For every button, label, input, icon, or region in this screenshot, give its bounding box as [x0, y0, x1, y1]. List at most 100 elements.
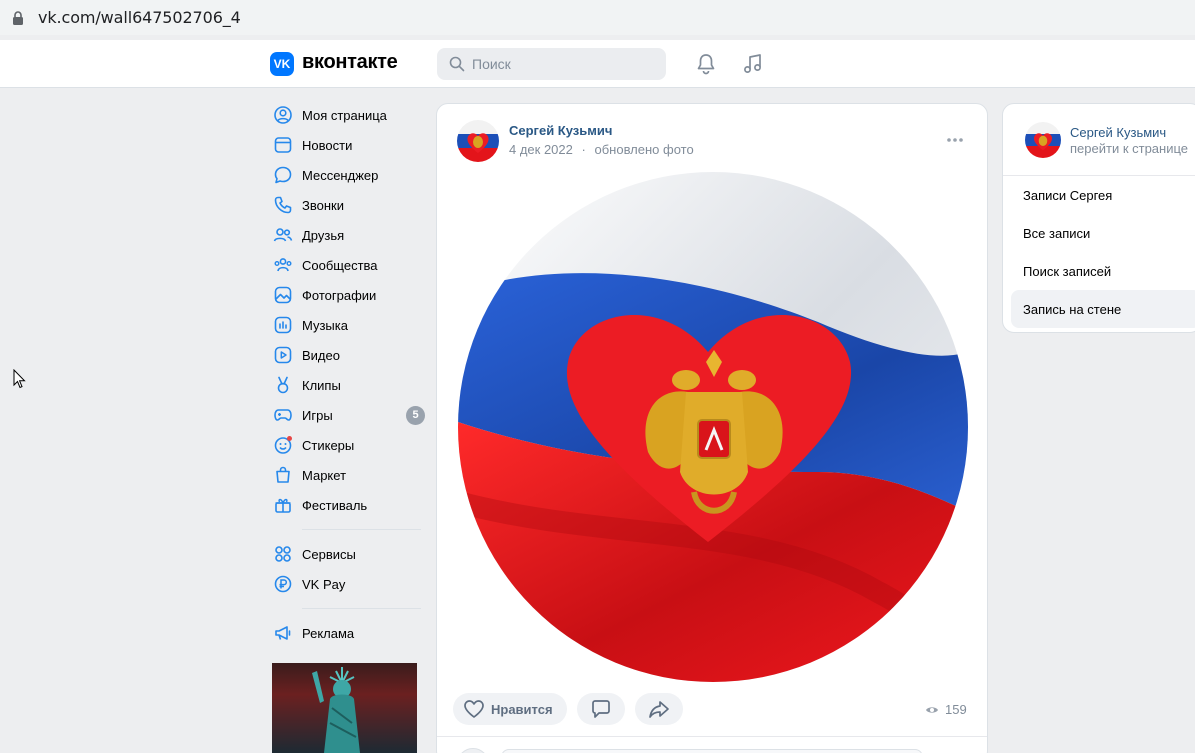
- nav-item-ads[interactable]: Реклама: [270, 618, 425, 648]
- nav-label: Фотографии: [302, 287, 377, 303]
- nav-item-festival[interactable]: Фестиваль: [270, 490, 425, 520]
- post-photo[interactable]: [458, 172, 968, 682]
- comment-icon: [591, 700, 610, 718]
- meta-separator: ·: [581, 142, 586, 157]
- photos-icon: [274, 286, 292, 304]
- stickers-icon: [274, 436, 292, 454]
- comment-field[interactable]: [501, 749, 923, 753]
- festival-icon: [275, 498, 291, 513]
- nav-label: Сервисы: [302, 546, 356, 562]
- vkpay-icon: [274, 575, 292, 593]
- newsfeed-icon: [274, 137, 292, 153]
- menu-item-all-posts[interactable]: Все записи: [1011, 214, 1195, 252]
- nav-label: Новости: [302, 137, 353, 153]
- views-count: 159: [945, 702, 967, 717]
- left-nav: Моя страница Новости Мессенджер Звонки Д…: [270, 100, 425, 648]
- mouse-cursor-icon: [13, 369, 26, 389]
- nav-label: Сообщества: [302, 257, 378, 273]
- music-icon: [274, 316, 292, 334]
- nav-item-photos[interactable]: Фотографии: [270, 280, 425, 310]
- views-counter: 159: [925, 702, 967, 717]
- panel-author-name[interactable]: Сергей Кузьмич: [1070, 125, 1166, 140]
- share-button[interactable]: [634, 693, 683, 725]
- commenter-avatar: [457, 748, 489, 753]
- nav-divider: [302, 529, 421, 530]
- post-author-name[interactable]: Сергей Кузьмич: [509, 123, 612, 138]
- menu-item-search-posts[interactable]: Поиск записей: [1011, 252, 1195, 290]
- nav-item-video[interactable]: Видео: [270, 340, 425, 370]
- wall-post: Сергей Кузьмич 4 дек 2022 · обновлено фо…: [436, 103, 988, 753]
- vk-header: VK вконтакте: [0, 40, 1195, 88]
- post-action-text: обновлено фото: [594, 142, 694, 157]
- statue-of-liberty-image: [312, 667, 360, 753]
- avatar-flag-heart-image: [457, 120, 499, 162]
- more-options-icon[interactable]: [945, 130, 965, 150]
- vk-logo-text[interactable]: вконтакте: [302, 51, 398, 74]
- sidebar-ad-image[interactable]: [272, 663, 417, 753]
- nav-label: Друзья: [302, 227, 345, 243]
- nav-label: Клипы: [302, 377, 341, 393]
- lock-icon: [13, 11, 23, 25]
- post-actions: Нравится: [453, 693, 683, 725]
- right-panel: Сергей Кузьмич перейти к странице Записи…: [1002, 103, 1195, 333]
- post-divider: [437, 736, 987, 737]
- nav-label: Музыка: [302, 317, 348, 333]
- nav-item-clips[interactable]: Клипы: [270, 370, 425, 400]
- post-date[interactable]: 4 дек 2022: [509, 142, 573, 157]
- panel-avatar[interactable]: [1025, 122, 1061, 158]
- heart-icon: [464, 700, 484, 718]
- menu-item-user-posts[interactable]: Записи Сергея: [1011, 176, 1195, 214]
- menu-item-wall-post[interactable]: Запись на стене: [1011, 290, 1195, 328]
- nav-item-services[interactable]: Сервисы: [270, 539, 425, 569]
- search-box[interactable]: [437, 48, 666, 80]
- user-circle-icon: [274, 106, 292, 124]
- nav-item-friends[interactable]: Друзья: [270, 220, 425, 250]
- communities-icon: [274, 258, 292, 272]
- search-icon: [449, 56, 465, 72]
- flag-heart-coat-of-arms-image: [458, 172, 968, 682]
- market-icon: [276, 466, 290, 483]
- nav-item-communities[interactable]: Сообщества: [270, 250, 425, 280]
- message-icon: [274, 166, 292, 184]
- nav-item-games[interactable]: Игры 5: [270, 400, 425, 430]
- nav-item-music[interactable]: Музыка: [270, 310, 425, 340]
- browser-address-bar[interactable]: vk.com/wall647502706_4: [0, 0, 1195, 35]
- nav-item-news[interactable]: Новости: [270, 130, 425, 160]
- services-icon: [275, 546, 291, 562]
- nav-item-messenger[interactable]: Мессенджер: [270, 160, 425, 190]
- nav-item-calls[interactable]: Звонки: [270, 190, 425, 220]
- nav-label: Маркет: [302, 467, 347, 483]
- nav-item-stickers[interactable]: Стикеры: [270, 430, 425, 460]
- music-note-icon[interactable]: [741, 52, 765, 76]
- friends-icon: [273, 228, 293, 242]
- avatar-flag-heart-image: [1025, 122, 1061, 158]
- bell-icon[interactable]: [694, 52, 718, 76]
- nav-item-market[interactable]: Маркет: [270, 460, 425, 490]
- go-to-page-link[interactable]: перейти к странице: [1070, 141, 1188, 156]
- like-button[interactable]: Нравится: [453, 693, 567, 725]
- nav-label: Видео: [302, 347, 340, 363]
- phone-icon: [274, 196, 292, 214]
- vk-logo-icon[interactable]: VK: [270, 52, 294, 76]
- megaphone-icon: [275, 626, 291, 640]
- nav-divider: [302, 608, 421, 609]
- nav-label: VK Pay: [302, 576, 346, 592]
- games-counter-badge: 5: [406, 406, 425, 425]
- nav-label: Звонки: [302, 197, 344, 213]
- nav-item-vkpay[interactable]: VK Pay: [270, 569, 425, 599]
- video-icon: [274, 346, 292, 364]
- nav-label: Реклама: [302, 625, 355, 641]
- search-input[interactable]: [472, 48, 652, 80]
- nav-label: Игры: [302, 407, 333, 423]
- nav-label: Фестиваль: [302, 497, 368, 513]
- url-text[interactable]: vk.com/wall647502706_4: [38, 8, 241, 27]
- comment-button[interactable]: [576, 693, 625, 725]
- clips-icon: [277, 376, 289, 394]
- share-icon: [648, 701, 669, 718]
- like-label: Нравится: [491, 701, 553, 717]
- nav-item-my-page[interactable]: Моя страница: [270, 100, 425, 130]
- post-meta: 4 дек 2022 · обновлено фото: [509, 142, 694, 157]
- author-avatar[interactable]: [457, 120, 499, 162]
- eye-icon: [926, 706, 938, 713]
- games-icon: [274, 409, 292, 421]
